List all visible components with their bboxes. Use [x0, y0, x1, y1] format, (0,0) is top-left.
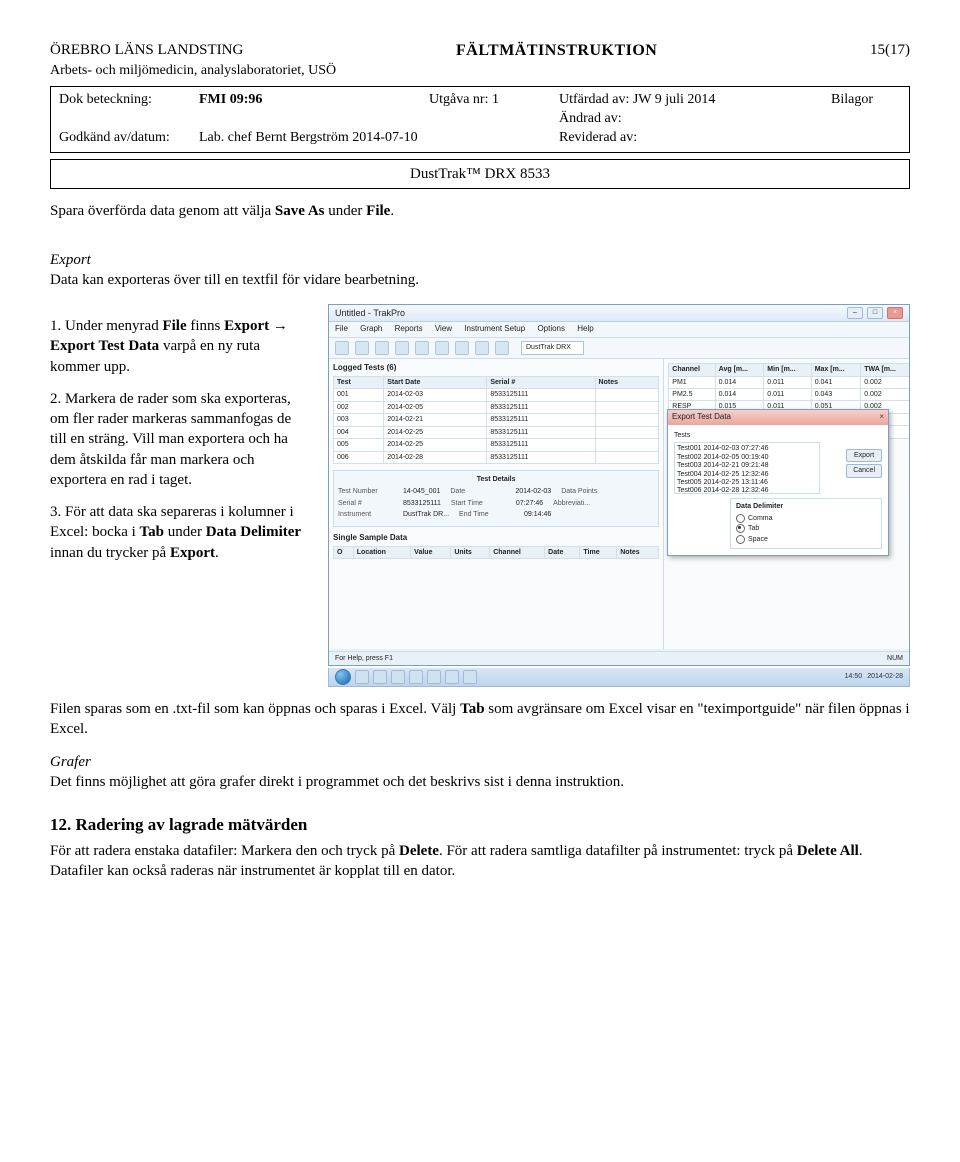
chart-icon[interactable] [435, 341, 449, 355]
col-test: Test [334, 376, 384, 388]
menu-help[interactable]: Help [577, 324, 593, 333]
table-row[interactable]: 0032014-02-218533125111 [334, 414, 659, 426]
taskbar-app-icon[interactable] [355, 670, 369, 684]
meta-box: Dok beteckning: FMI 09:96 Utgåva nr: 1 U… [50, 86, 910, 153]
after-p1: Filen sparas som en .txt-fil som kan öpp… [50, 699, 910, 740]
tests-label: Tests [674, 431, 882, 440]
export-step-2: 2. Markera de rader som ska exporteras, … [50, 389, 310, 490]
logged-tests-title: Logged Tests (6) [333, 363, 659, 374]
menu-view[interactable]: View [435, 324, 452, 333]
connect-icon[interactable] [455, 341, 469, 355]
menu-file[interactable]: File [335, 324, 348, 333]
open-icon[interactable] [355, 341, 369, 355]
list-item: Test004 2014-02-25 12:32:46 [677, 471, 817, 479]
subunit: Arbets- och miljömedicin, analyslaborato… [50, 62, 910, 81]
window-title: Untitled - TrakPro [335, 307, 405, 319]
export-dialog: Export Test Data × Tests Test001 2014-02… [667, 409, 889, 556]
radio-tab[interactable]: Tab [736, 524, 876, 533]
status-help-text: For Help, press F1 [335, 654, 393, 663]
menu-options[interactable]: Options [537, 324, 565, 333]
taskbar-app-icon[interactable] [409, 670, 423, 684]
logged-tests-table[interactable]: Test Start Date Serial # Notes 0012014-0… [333, 376, 659, 464]
intro-paragraph: Spara överförda data genom att välja Sav… [50, 201, 910, 221]
app-titlebar: Untitled - TrakPro – □ × [329, 305, 909, 322]
minimize-icon[interactable]: – [847, 307, 863, 319]
approved-label: Godkänd av/datum: [59, 129, 199, 148]
single-sample-title: Single Sample Data [333, 533, 659, 544]
section-12-paragraph: För att radera enstaka datafiler: Marker… [50, 841, 910, 882]
help-icon[interactable] [495, 341, 509, 355]
utg-label: Utgåva nr: 1 [429, 91, 559, 110]
stop-icon[interactable] [475, 341, 489, 355]
list-item: Test001 2014-02-03 07:27:46 [677, 445, 817, 453]
taskbar-app-icon[interactable] [373, 670, 387, 684]
taskbar-app-icon[interactable] [445, 670, 459, 684]
dok-label: Dok beteckning: [59, 91, 199, 110]
single-sample-table: O Location Value Units Channel Date Time… [333, 546, 659, 559]
table-row[interactable]: 0062014-02-288533125111 [334, 451, 659, 463]
export-step-3: 3. För att data ska separeras i kolumner… [50, 502, 310, 563]
export-lead: Data kan exporteras över till en textfil… [50, 270, 910, 290]
col-serial: Serial # [487, 376, 595, 388]
menu-instrument-setup[interactable]: Instrument Setup [464, 324, 525, 333]
grafer-paragraph: Det finns möjlighet att göra grafer dire… [50, 772, 910, 792]
data-delimiter-group: Data Delimiter Comma Tab Space [730, 498, 882, 549]
app-menubar: File Graph Reports View Instrument Setup… [329, 322, 909, 338]
taskbar-app-icon[interactable] [463, 670, 477, 684]
list-item: Test003 2014-02-21 09:21:48 [677, 462, 817, 470]
dialog-close-icon[interactable]: × [879, 412, 884, 423]
export-button[interactable]: Export [846, 449, 882, 462]
start-orb-icon[interactable] [335, 669, 351, 685]
col-date: Start Date [384, 376, 487, 388]
tray-clock-date: 2014-02-28 [867, 672, 903, 681]
table-row[interactable]: 0022014-02-058533125111 [334, 401, 659, 413]
print-icon[interactable] [395, 341, 409, 355]
test-details-panel: Test Details Test Number14-045_001 Date2… [333, 470, 659, 527]
list-item: Test006 2014-02-28 12:32:46 [677, 487, 817, 495]
list-item: Test002 2014-02-05 00:19:40 [677, 454, 817, 462]
section-12-title: 12. Radering av lagrade mätvärden [50, 814, 910, 837]
issued-by: Utfärdad av: JW 9 juli 2014 [559, 91, 831, 110]
table-row[interactable]: 0052014-02-258533125111 [334, 439, 659, 451]
table-row[interactable]: 0042014-02-258533125111 [334, 426, 659, 438]
page-number: 15(17) [870, 40, 910, 62]
new-icon[interactable] [335, 341, 349, 355]
grafer-heading: Grafer [50, 752, 910, 772]
dok-value: FMI 09:96 [199, 91, 429, 110]
app-toolbar: DustTrak DRX [329, 338, 909, 359]
export-icon[interactable] [415, 341, 429, 355]
device-title: DustTrak™ DRX 8533 [50, 159, 910, 189]
col-notes: Notes [595, 376, 659, 388]
cancel-button[interactable]: Cancel [846, 464, 882, 477]
taskbar-app-icon[interactable] [391, 670, 405, 684]
close-icon[interactable]: × [887, 307, 903, 319]
export-heading: Export [50, 250, 910, 270]
status-num: NUM [887, 654, 903, 663]
tray-clock-time: 14:50 [845, 672, 863, 681]
attach-label: Bilagor [831, 91, 901, 110]
app-window: Untitled - TrakPro – □ × File Graph Repo… [328, 304, 910, 666]
app-status-bar: For Help, press F1 NUM [329, 651, 909, 665]
changed-by: Ändrad av: [559, 110, 831, 129]
menu-graph[interactable]: Graph [360, 324, 382, 333]
menu-reports[interactable]: Reports [395, 324, 423, 333]
device-combo[interactable]: DustTrak DRX [521, 341, 584, 354]
radio-space[interactable]: Space [736, 535, 876, 544]
doc-main-title: FÄLTMÄTINSTRUKTION [456, 40, 657, 62]
save-icon[interactable] [375, 341, 389, 355]
revised-by: Reviderad av: [559, 129, 901, 148]
dialog-title-text: Export Test Data [672, 412, 731, 423]
maximize-icon[interactable]: □ [867, 307, 883, 319]
org-name: ÖREBRO LÄNS LANDSTING [50, 40, 243, 62]
export-step-1: 1. Under menyrad File finns Export → Exp… [50, 316, 310, 377]
radio-comma[interactable]: Comma [736, 514, 876, 523]
page-header: ÖREBRO LÄNS LANDSTING FÄLTMÄTINSTRUKTION… [50, 40, 910, 62]
windows-taskbar: 14:50 2014-02-28 [328, 668, 910, 687]
export-file-list[interactable]: Test001 2014-02-03 07:27:46 Test002 2014… [674, 442, 820, 494]
table-row[interactable]: 0012014-02-038533125111 [334, 389, 659, 401]
taskbar-app-icon[interactable] [427, 670, 441, 684]
approved-value: Lab. chef Bernt Bergström 2014-07-10 [199, 129, 559, 148]
list-item: Test005 2014-02-25 13:11:46 [677, 479, 817, 487]
